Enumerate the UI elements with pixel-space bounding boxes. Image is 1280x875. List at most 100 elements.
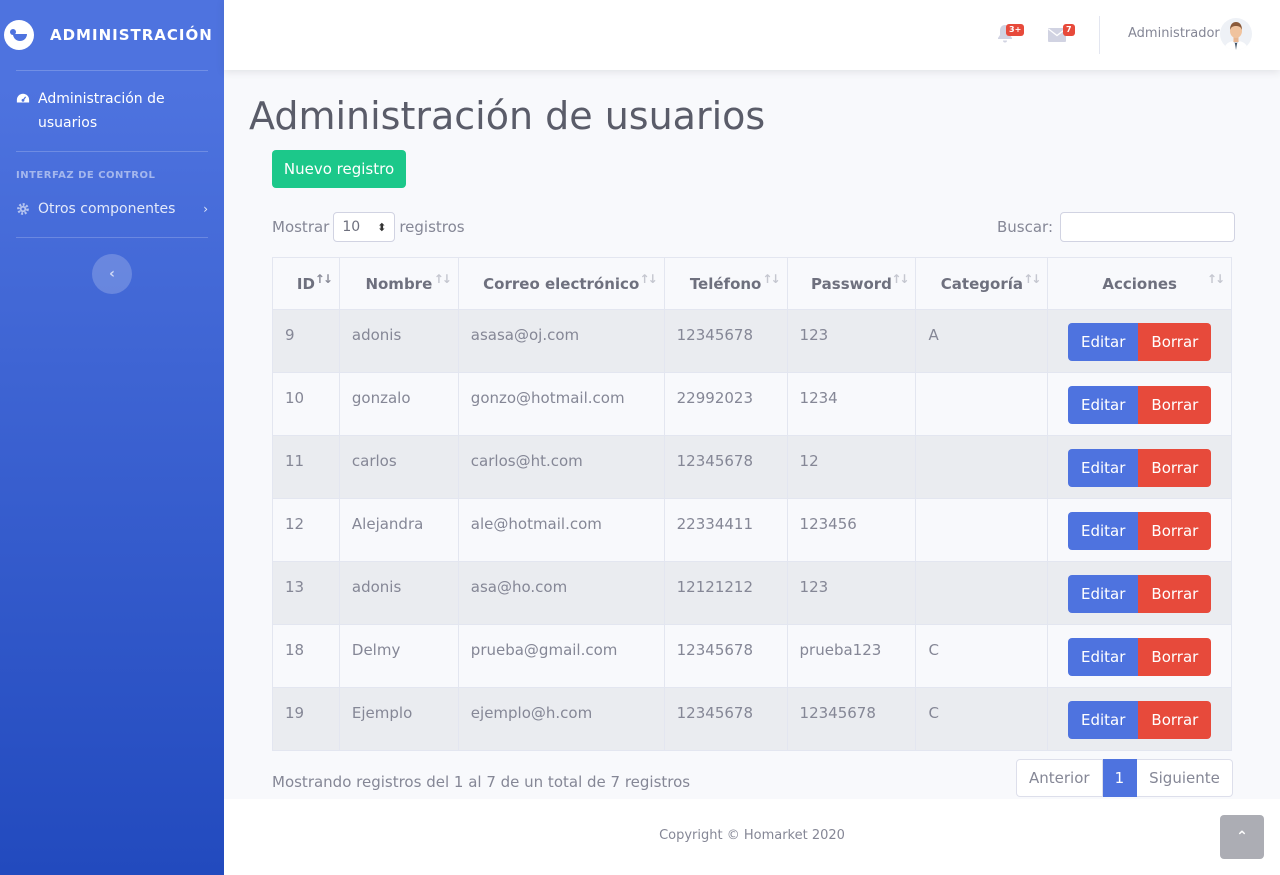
delete-button[interactable]: Borrar (1138, 449, 1212, 487)
edit-button[interactable]: Editar (1068, 575, 1139, 613)
delete-button[interactable]: Borrar (1138, 386, 1212, 424)
column-header-password[interactable]: Password ↑↓ (786, 257, 917, 310)
page-length-select[interactable]: 10 (333, 212, 396, 242)
cell-category: C (915, 687, 1049, 751)
cell-password: 123 (786, 309, 917, 373)
column-header-email[interactable]: Correo electrónico ↑↓ (457, 257, 665, 310)
column-header-phone[interactable]: Teléfono ↑↓ (663, 257, 788, 310)
cell-actions: Editar Borrar (1047, 561, 1232, 625)
cell-password: 12345678 (786, 687, 917, 751)
cell-email: asasa@oj.com (457, 309, 665, 373)
cell-actions: Editar Borrar (1047, 687, 1232, 751)
delete-button[interactable]: Borrar (1138, 701, 1212, 739)
cell-email: carlos@ht.com (457, 435, 665, 499)
sort-icon: ↑↓ (891, 272, 909, 286)
cell-category (915, 561, 1049, 625)
sort-icon: ↑↓ (639, 272, 658, 286)
edit-button[interactable]: Editar (1068, 701, 1139, 739)
search-input[interactable] (1060, 212, 1236, 242)
sidebar-item-label: Otros componentes (38, 201, 176, 217)
sort-icon: ↑↓ (433, 272, 452, 286)
user-name[interactable]: Administrador (1128, 26, 1220, 41)
sidebar-brand[interactable]: ADMINISTRACIÓN (0, 0, 224, 70)
page-title: Administración de usuarios (249, 94, 766, 138)
pagination: Anterior 1 Siguiente (1016, 759, 1233, 797)
cell-email: prueba@gmail.com (457, 624, 665, 688)
copyright-text: Copyright © Homarket 2020 (659, 828, 845, 843)
column-header-name[interactable]: Nombre ↑↓ (338, 257, 459, 310)
cell-id: 12 (272, 498, 340, 562)
sidebar-item-user-admin[interactable]: Administración de usuarios (0, 71, 224, 151)
cell-password: 123456 (786, 498, 917, 562)
cell-id: 13 (272, 561, 340, 625)
cell-id: 9 (272, 309, 340, 373)
table-row: 18 Delmy prueba@gmail.com 12345678 prueb… (272, 624, 1232, 688)
cell-category (915, 498, 1049, 562)
cell-name: Ejemplo (338, 687, 459, 751)
cell-password: 1234 (786, 372, 917, 436)
cell-actions: Editar Borrar (1047, 498, 1232, 562)
new-record-button[interactable]: Nuevo registro (272, 150, 406, 188)
cell-password: 123 (786, 561, 917, 625)
delete-button[interactable]: Borrar (1138, 575, 1212, 613)
table-header-row: ID ↑↓ Nombre ↑↓ Correo electrónico ↑↓ Teléf… (272, 257, 1232, 310)
column-header-actions[interactable]: Acciones ↑↓ (1047, 257, 1232, 310)
edit-button[interactable]: Editar (1068, 512, 1139, 550)
cell-phone: 22992023 (663, 372, 788, 436)
sort-icon: ↑↓ (314, 272, 333, 286)
sort-icon: ↑↓ (1023, 272, 1041, 286)
cell-name: Delmy (338, 624, 459, 688)
edit-button[interactable]: Editar (1068, 386, 1139, 424)
previous-page-button[interactable]: Anterior (1016, 759, 1103, 797)
avatar[interactable] (1220, 18, 1252, 50)
cell-name: adonis (338, 561, 459, 625)
cell-actions: Editar Borrar (1047, 309, 1232, 373)
cell-phone: 22334411 (663, 498, 788, 562)
edit-button[interactable]: Editar (1068, 449, 1139, 487)
cell-phone: 12121212 (663, 561, 788, 625)
sidebar-item-other-components[interactable]: Otros componentes › (0, 185, 224, 237)
topbar: 3+ 7 Administrador (224, 0, 1280, 70)
cell-id: 18 (272, 624, 340, 688)
page-length-control: Mostrar 10 registros (272, 212, 465, 242)
avatar-icon (1224, 22, 1248, 50)
show-label: Mostrar (272, 218, 330, 236)
table-row: 11 carlos carlos@ht.com 12345678 12 Edit… (272, 435, 1232, 499)
footer: Copyright © Homarket 2020 (224, 799, 1280, 875)
cell-phone: 12345678 (663, 624, 788, 688)
edit-button[interactable]: Editar (1068, 638, 1139, 676)
column-header-category[interactable]: Categoría ↑↓ (915, 257, 1049, 310)
delete-button[interactable]: Borrar (1138, 512, 1212, 550)
scroll-to-top-button[interactable]: ⌃ (1220, 815, 1264, 859)
cell-email: ejemplo@h.com (457, 687, 665, 751)
cell-name: gonzalo (338, 372, 459, 436)
cell-actions: Editar Borrar (1047, 624, 1232, 688)
search-label: Buscar: (997, 218, 1054, 236)
table-row: 9 adonis asasa@oj.com 12345678 123 A Edi… (272, 309, 1232, 373)
sidebar-divider (16, 237, 208, 238)
next-page-button[interactable]: Siguiente (1137, 759, 1233, 797)
column-header-id[interactable]: ID ↑↓ (272, 257, 340, 310)
topbar-divider (1099, 16, 1100, 54)
cell-id: 11 (272, 435, 340, 499)
users-table: ID ↑↓ Nombre ↑↓ Correo electrónico ↑↓ Teléf… (272, 257, 1232, 751)
sidebar-heading: INTERFAZ DE CONTROL (16, 170, 156, 181)
cog-icon (17, 203, 29, 215)
delete-button[interactable]: Borrar (1138, 638, 1212, 676)
sidebar-toggle-button[interactable]: ‹ (92, 254, 132, 294)
sidebar: ADMINISTRACIÓN Administración de usuario… (0, 0, 224, 875)
cell-actions: Editar Borrar (1047, 435, 1232, 499)
page-1-button[interactable]: 1 (1102, 759, 1138, 797)
cell-name: adonis (338, 309, 459, 373)
edit-button[interactable]: Editar (1068, 323, 1139, 361)
table-row: 13 adonis asa@ho.com 12121212 123 Editar… (272, 561, 1232, 625)
sort-icon: ↑↓ (762, 272, 780, 286)
delete-button[interactable]: Borrar (1138, 323, 1212, 361)
records-label: registros (399, 218, 465, 236)
cell-phone: 12345678 (663, 435, 788, 499)
cell-email: gonzo@hotmail.com (457, 372, 665, 436)
cell-actions: Editar Borrar (1047, 372, 1232, 436)
sidebar-item-label: Administración de usuarios (38, 91, 165, 131)
table-row: 12 Alejandra ale@hotmail.com 22334411 12… (272, 498, 1232, 562)
cell-name: carlos (338, 435, 459, 499)
